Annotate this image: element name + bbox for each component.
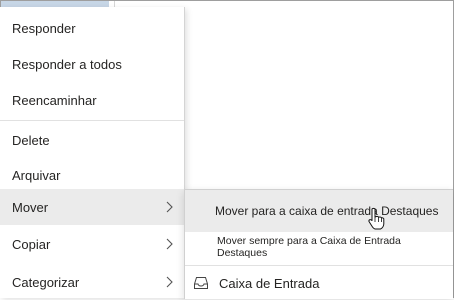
menu-item-label: Arquivar xyxy=(12,167,61,183)
submenu-item-label: Caixa de Entrada xyxy=(219,275,320,291)
submenu-item-label: Mover sempre para a Caixa de Entrada Des… xyxy=(217,235,401,259)
hand-pointer-cursor-icon xyxy=(368,207,385,230)
menu-item-copiar[interactable]: Copiar xyxy=(0,226,184,262)
submenu-item-always-move-to-focused[interactable]: Mover sempre para a Caixa de Entrada Des… xyxy=(185,232,453,262)
submenu-item-caixa-de-entrada[interactable]: Caixa de Entrada xyxy=(185,268,453,298)
menu-separator xyxy=(0,120,184,121)
inbox-tray-icon xyxy=(194,277,208,289)
menu-item-reencaminhar[interactable]: Reencaminhar xyxy=(0,82,184,118)
menu-item-label: Responder xyxy=(12,20,76,36)
chevron-right-icon xyxy=(166,238,173,250)
menu-item-responder-a-todos[interactable]: Responder a todos xyxy=(0,46,184,82)
menu-item-label: Categorizar xyxy=(12,274,80,290)
submenu-item-move-to-focused[interactable]: Mover para a caixa de entrada Destaques xyxy=(185,190,453,232)
context-menu: Responder Responder a todos Reencaminhar… xyxy=(0,7,185,298)
menu-item-label: Reencaminhar xyxy=(12,92,97,108)
move-submenu: Mover para a caixa de entrada Destaques … xyxy=(184,189,453,299)
menu-item-categorizar[interactable]: Categorizar xyxy=(0,264,184,300)
submenu-separator xyxy=(185,265,453,266)
chevron-right-icon xyxy=(166,201,173,213)
menu-item-responder[interactable]: Responder xyxy=(0,10,184,46)
submenu-item-label: Mover para a caixa de entrada Destaques xyxy=(215,204,439,218)
menu-item-mover[interactable]: Mover xyxy=(0,189,184,225)
chevron-right-icon xyxy=(166,276,173,288)
menu-item-label: Copiar xyxy=(12,236,51,252)
menu-item-label: Mover xyxy=(12,199,49,215)
menu-item-delete[interactable]: Delete xyxy=(0,122,184,158)
menu-item-label: Delete xyxy=(12,132,50,148)
menu-item-label: Responder a todos xyxy=(12,56,122,72)
menu-item-arquivar[interactable]: Arquivar xyxy=(0,157,184,193)
